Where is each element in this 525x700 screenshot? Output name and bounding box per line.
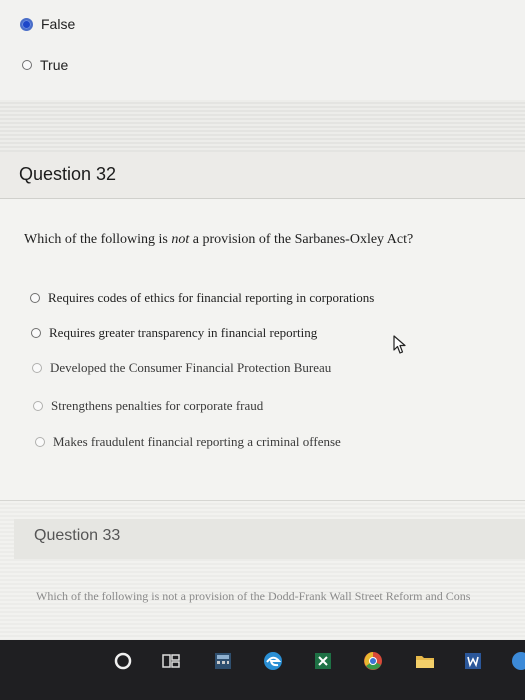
previous-question-answers: False True xyxy=(0,0,525,101)
cortana-icon[interactable] xyxy=(112,650,134,672)
word-icon[interactable] xyxy=(462,650,484,672)
option-label: Requires greater transparency in financi… xyxy=(49,325,318,340)
question-title: Question 32 xyxy=(19,164,117,184)
option-label: Makes fraudulent financial reporting a c… xyxy=(53,434,341,449)
option-label: Requires codes of ethics for financial r… xyxy=(48,290,375,305)
question-prompt: Which of the following is not a provisio… xyxy=(36,589,471,603)
calculator-icon[interactable] xyxy=(212,650,234,672)
answer-option[interactable]: Strengthens penalties for corporate frau… xyxy=(33,398,263,414)
edge-icon[interactable] xyxy=(262,650,284,672)
question-title: Question 33 xyxy=(34,527,121,544)
task-view-icon[interactable] xyxy=(160,650,182,672)
radio-unselected[interactable] xyxy=(33,401,43,411)
answer-option[interactable]: Requires greater transparency in financi… xyxy=(31,325,317,341)
radio-unselected[interactable] xyxy=(22,60,32,70)
option-true[interactable]: True xyxy=(22,57,68,73)
question-prompt: Which of the following is not a provisio… xyxy=(24,232,413,248)
section-divider xyxy=(0,100,525,152)
radio-unselected[interactable] xyxy=(30,293,40,303)
radio-unselected[interactable] xyxy=(35,437,45,447)
option-label: Strengthens penalties for corporate frau… xyxy=(51,398,264,413)
question-33-card: Question 33 Which of the following is no… xyxy=(0,500,525,641)
app-icon[interactable] xyxy=(510,650,525,672)
excel-icon[interactable] xyxy=(312,650,334,672)
option-label: False xyxy=(41,16,76,32)
answer-option[interactable]: Requires codes of ethics for financial r… xyxy=(30,290,374,306)
radio-unselected[interactable] xyxy=(32,363,42,373)
mouse-cursor-icon xyxy=(393,335,406,354)
radio-unselected[interactable] xyxy=(31,328,41,338)
radio-selected[interactable] xyxy=(20,17,33,31)
file-explorer-icon[interactable] xyxy=(414,650,436,672)
answer-option[interactable]: Makes fraudulent financial reporting a c… xyxy=(35,434,341,450)
option-label: True xyxy=(40,57,69,73)
question-32-card: Question 32 Which of the following is no… xyxy=(0,152,525,500)
chrome-icon[interactable] xyxy=(362,650,384,672)
option-false[interactable]: False xyxy=(20,16,75,32)
prompt-emphasis: not xyxy=(171,232,190,247)
answer-option[interactable]: Developed the Consumer Financial Protect… xyxy=(32,360,331,376)
prompt-text: a provision of the Sarbanes-Oxley Act? xyxy=(189,232,414,247)
question-header: Question 33 xyxy=(14,519,525,559)
prompt-text: Which of the following is xyxy=(24,232,172,247)
option-label: Developed the Consumer Financial Protect… xyxy=(50,360,332,375)
taskbar xyxy=(0,640,525,700)
question-header: Question 32 xyxy=(0,152,525,199)
